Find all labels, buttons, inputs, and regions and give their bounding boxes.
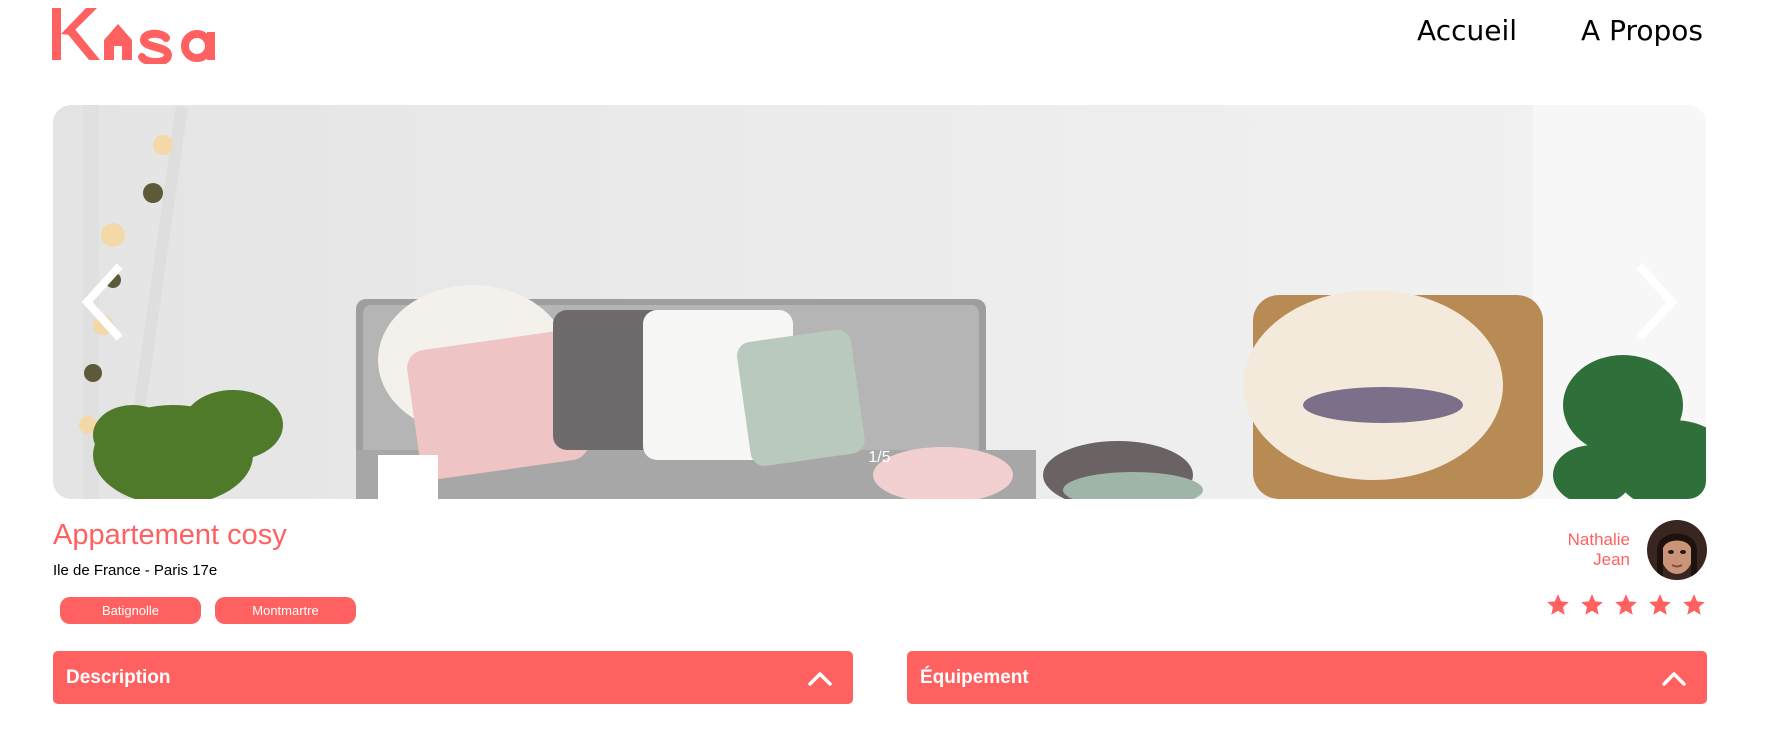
nav-link-a-propos[interactable]: A Propos (1581, 14, 1703, 47)
rating-stars (1545, 592, 1707, 618)
star-icon (1615, 594, 1637, 615)
host-first-name: Nathalie (1567, 530, 1630, 549)
star-icon (1683, 594, 1705, 615)
host-info: Nathalie Jean (1568, 520, 1707, 580)
chevron-up-icon[interactable] (807, 669, 833, 687)
collapse-title: Description (66, 666, 171, 688)
equipment-collapse[interactable]: Équipement (907, 651, 1707, 704)
tag: Batignolle (60, 597, 201, 624)
listing-location: Ile de France - Paris 17e (53, 562, 218, 579)
collapse-title: Équipement (920, 666, 1029, 688)
chevron-up-icon[interactable] (1661, 669, 1687, 687)
tag: Montmartre (215, 597, 356, 624)
main-nav: Accueil A Propos (1417, 14, 1703, 47)
chevron-right-icon[interactable] (1624, 257, 1684, 347)
star-icon (1649, 594, 1671, 615)
image-carousel: 1/5 (53, 105, 1706, 499)
listing-photo (53, 105, 1706, 499)
host-avatar (1647, 520, 1707, 580)
star-icon (1547, 594, 1569, 615)
slide-counter: 1/5 (868, 449, 891, 466)
listing-title: Appartement cosy (53, 519, 287, 551)
nav-link-accueil[interactable]: Accueil (1417, 14, 1517, 47)
kasa-logo[interactable] (52, 2, 237, 64)
tag-list: Batignolle Montmartre (60, 597, 356, 624)
star-icon (1581, 594, 1603, 615)
site-header: Accueil A Propos (0, 0, 1765, 90)
description-collapse[interactable]: Description (53, 651, 853, 704)
chevron-left-icon[interactable] (75, 257, 135, 347)
host-last-name: Jean (1593, 550, 1630, 569)
host-name: Nathalie Jean (1568, 530, 1630, 570)
